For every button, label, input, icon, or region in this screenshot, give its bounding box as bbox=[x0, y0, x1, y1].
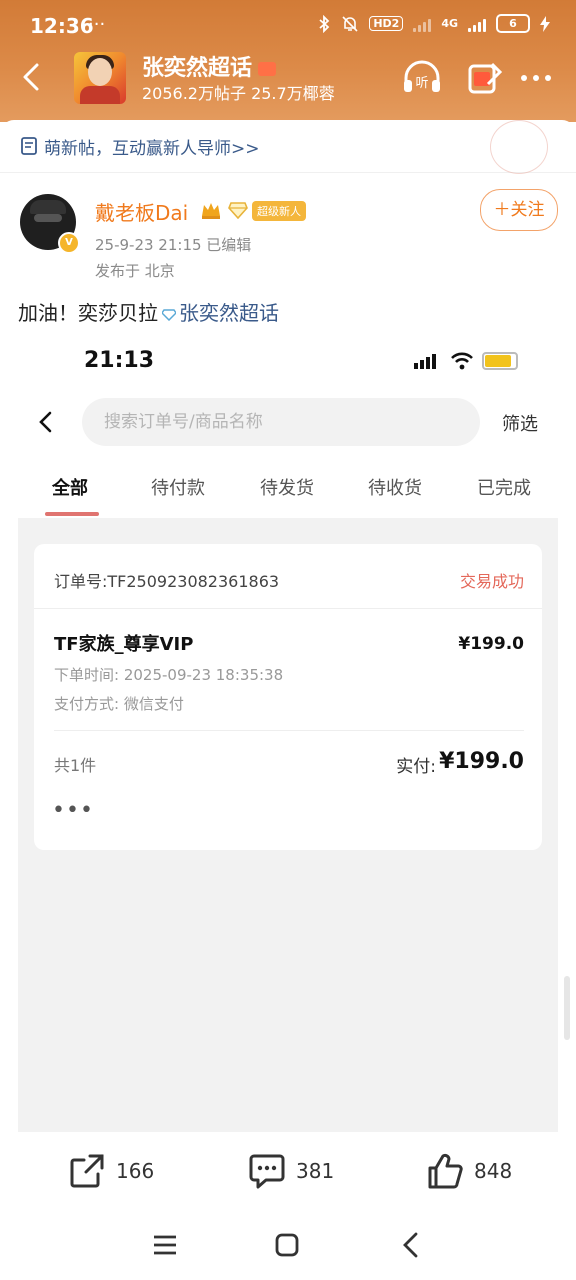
embedded-tab-all: 全部 bbox=[52, 478, 88, 499]
embedded-tab-pending-shipment: 待发货 bbox=[260, 478, 314, 499]
thumbs-up-icon bbox=[428, 1153, 463, 1189]
post-text-body: 加油！奕莎贝拉 bbox=[18, 301, 158, 325]
follow-button[interactable]: ＋关注 bbox=[480, 189, 558, 231]
comment-icon bbox=[249, 1154, 285, 1189]
signal-weak-icon bbox=[413, 16, 432, 32]
mute-bell-icon bbox=[342, 15, 358, 32]
newbie-notice-bar[interactable]: 萌新帖，互动赢新人导师>> bbox=[0, 120, 576, 174]
checkin-icon[interactable] bbox=[462, 56, 506, 100]
embedded-header: 21:13 搜索订单号/商品名称 筛选 全部 待付款 待发货 待收货 已完成 bbox=[18, 332, 558, 518]
embedded-search-input: 搜索订单号/商品名称 bbox=[82, 398, 480, 446]
topic-thumbnail[interactable] bbox=[74, 52, 126, 104]
signal-strong-icon bbox=[468, 16, 486, 32]
hd-badge: HD2 bbox=[369, 16, 404, 31]
verified-badge: V bbox=[58, 232, 80, 254]
recent-apps-icon[interactable] bbox=[150, 1230, 180, 1260]
like-button[interactable]: 848 bbox=[426, 1152, 512, 1190]
paid-amount: ¥199.0 bbox=[439, 749, 524, 774]
order-number: 订单号:TF250923082361863 bbox=[54, 572, 280, 591]
topic-level-icon bbox=[258, 62, 277, 76]
embedded-tab-completed: 已完成 bbox=[477, 478, 531, 499]
battery-indicator: 6 bbox=[496, 14, 530, 33]
topic-diamond-icon bbox=[162, 308, 176, 321]
product-price: ¥199.0 bbox=[458, 634, 524, 654]
embedded-status-icons bbox=[414, 352, 518, 370]
embedded-filter-button: 筛选 bbox=[502, 414, 538, 435]
status-notification-icons: ··· bbox=[88, 14, 106, 35]
divider bbox=[54, 730, 524, 731]
comment-count: 381 bbox=[296, 1159, 335, 1183]
embedded-tab-pending-payment: 待付款 bbox=[151, 478, 205, 499]
share-count: 166 bbox=[116, 1159, 155, 1183]
crown-icon bbox=[202, 203, 220, 219]
active-tab-underline bbox=[45, 512, 99, 516]
bluetooth-icon bbox=[319, 14, 330, 33]
embedded-battery-fill bbox=[485, 355, 511, 367]
notice-document-icon bbox=[21, 137, 37, 155]
order-status: 交易成功 bbox=[459, 572, 524, 591]
status-indicators: HD2 4G 6 bbox=[317, 14, 550, 33]
topic-stats: 2056.2万帖子 25.7万椰蓉 bbox=[142, 84, 335, 103]
post-time: 25-9-23 21:15 已编辑 bbox=[95, 236, 252, 254]
username[interactable]: 戴老板Dai bbox=[95, 197, 188, 226]
post-action-bar: 166 381 848 bbox=[0, 1138, 576, 1208]
embedded-battery-icon bbox=[482, 352, 518, 370]
share-button[interactable]: 166 bbox=[68, 1152, 154, 1190]
embedded-wifi-icon bbox=[451, 352, 473, 370]
like-count: 848 bbox=[474, 1159, 513, 1183]
system-nav-bar bbox=[0, 1208, 576, 1280]
comment-button[interactable]: 381 bbox=[248, 1152, 334, 1190]
topic-title-row[interactable]: 张奕然超话 bbox=[142, 50, 277, 82]
more-dots-icon: ••• bbox=[52, 798, 94, 823]
post-location: 发布于 北京 bbox=[95, 262, 175, 280]
more-options-icon[interactable] bbox=[516, 56, 560, 100]
embedded-order-tabs: 全部 待付款 待发货 待收货 已完成 bbox=[18, 472, 558, 518]
home-icon[interactable] bbox=[272, 1230, 302, 1260]
listen-headphones-icon[interactable]: 听 bbox=[400, 56, 444, 100]
order-time: 下单时间: 2025-09-23 18:35:38 bbox=[54, 666, 284, 684]
back-nav-icon[interactable] bbox=[396, 1230, 426, 1260]
notice-text: 萌新帖，互动赢新人导师>> bbox=[44, 139, 260, 159]
embedded-back-icon bbox=[39, 411, 52, 433]
paid-label: 实付: bbox=[396, 757, 436, 777]
topic-header: 12:36 ··· HD2 4G 6 张奕然超话 2056.2万帖子 25.7万… bbox=[0, 0, 576, 122]
topic-title: 张奕然超话 bbox=[142, 56, 253, 81]
charging-bolt-icon bbox=[540, 15, 550, 32]
post-text: 加油！奕莎贝拉 张奕然超话 bbox=[18, 297, 279, 326]
super-newbie-badge: 超级新人 bbox=[252, 201, 306, 221]
embedded-tab-pending-receipt: 待收货 bbox=[368, 478, 422, 499]
share-icon bbox=[70, 1154, 104, 1188]
item-count: 共1件 bbox=[54, 756, 97, 775]
embedded-signal-icon bbox=[414, 354, 436, 369]
embedded-order-screenshot[interactable]: 21:13 搜索订单号/商品名称 筛选 全部 待付款 待发货 待收货 已完成 订… bbox=[18, 332, 558, 1132]
embedded-time: 21:13 bbox=[84, 348, 155, 373]
scrollbar[interactable] bbox=[564, 976, 570, 1040]
divider bbox=[34, 608, 542, 609]
topic-link[interactable]: 张奕然超话 bbox=[179, 301, 279, 325]
fan-gem-icon bbox=[228, 202, 248, 219]
back-arrow-icon[interactable] bbox=[18, 62, 48, 92]
status-bar: 12:36 ··· HD2 4G 6 bbox=[0, 0, 576, 50]
payment-method: 支付方式: 微信支付 bbox=[54, 695, 184, 713]
stamp-watermark bbox=[490, 120, 548, 174]
status-time: 12:36 bbox=[30, 14, 94, 38]
svg-text:听: 听 bbox=[415, 76, 428, 91]
product-name: TF家族_尊享VIP bbox=[54, 634, 194, 655]
order-card: 订单号:TF250923082361863 交易成功 TF家族_尊享VIP ¥1… bbox=[34, 544, 542, 850]
network-type: 4G bbox=[441, 17, 458, 30]
